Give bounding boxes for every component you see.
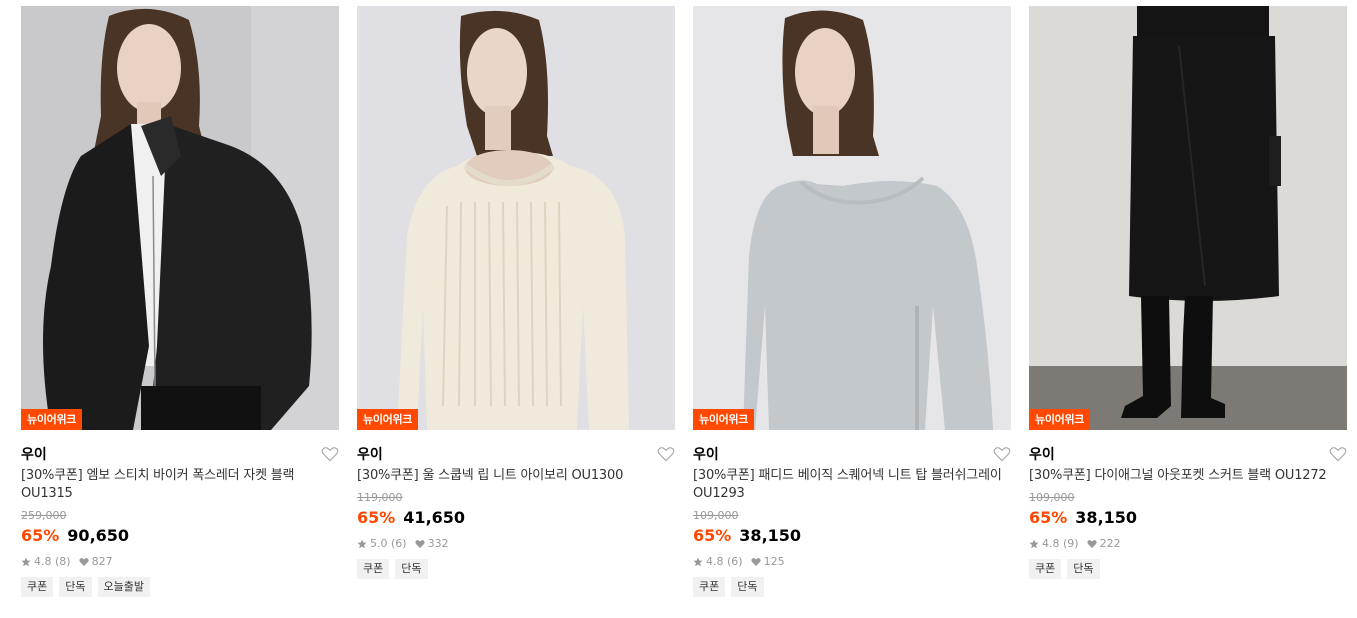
product-card[interactable]: 뉴이어위크 우이 [30%쿠폰] 다이애그널 아웃포켓 스커트 블랙 OU127… [1029,6,1347,579]
original-price: 119,000 [357,491,403,504]
brand-name[interactable]: 우이 [21,444,47,464]
product-title[interactable]: [30%쿠폰] 울 스쿱넥 립 니트 아이보리 OU1300 [357,467,675,485]
rating-text: 4.8 (8) [34,555,71,568]
original-price: 259,000 [21,509,67,522]
tag-exclusive: 단독 [731,577,764,597]
discount-rate: 65% [21,526,60,545]
product-card[interactable]: 뉴이어위크 우이 [30%쿠폰] 패디드 베이직 스퀘어넥 니트 탑 블러쉬그레… [693,6,1011,597]
likes: 332 [414,537,449,550]
product-card[interactable]: 뉴이어위크 우이 [30%쿠폰] 울 스쿱넥 립 니트 아이보리 OU1300 … [357,6,675,579]
original-price: 109,000 [1029,491,1075,504]
price-row: 65% 90,650 [21,526,339,545]
product-photo-skirt [1029,6,1347,430]
product-title[interactable]: [30%쿠폰] 다이애그널 아웃포켓 스커트 블랙 OU1272 [1029,467,1347,485]
star-icon [21,557,31,566]
heart-small-icon [78,557,89,566]
product-title[interactable]: [30%쿠폰] 패디드 베이직 스퀘어넥 니트 탑 블러쉬그레이 OU1293 [693,467,1011,503]
brand-name[interactable]: 우이 [357,444,383,464]
star-icon [1029,539,1039,548]
price-row: 65% 38,150 [1029,508,1347,527]
tag-exclusive: 단독 [59,577,92,597]
heart-icon[interactable] [993,446,1011,462]
rating-text: 5.0 (6) [370,537,407,550]
brand-row: 우이 [21,444,339,464]
brand-row: 우이 [1029,444,1347,464]
rating: 4.8 (8) [21,555,71,568]
sale-price: 90,650 [67,526,130,545]
heart-small-icon [750,557,761,566]
product-stats: 4.8 (9) 222 [1029,537,1347,550]
rating-text: 4.8 (6) [706,555,743,568]
product-image[interactable]: 뉴이어위크 [357,6,675,430]
discount-rate: 65% [1029,508,1068,527]
likes: 827 [78,555,113,568]
heart-icon[interactable] [1329,446,1347,462]
brand-row: 우이 [357,444,675,464]
event-badge: 뉴이어위크 [357,409,419,430]
tag-exclusive: 단독 [1067,559,1100,579]
likes: 125 [750,555,785,568]
product-stats: 4.8 (8) 827 [21,555,339,568]
event-badge: 뉴이어위크 [21,409,83,430]
tag-list: 쿠폰 단독 [357,559,675,579]
event-badge: 뉴이어위크 [1029,409,1091,430]
likes-count: 827 [91,555,113,568]
heart-icon[interactable] [657,446,675,462]
product-stats: 4.8 (6) 125 [693,555,1011,568]
product-title[interactable]: [30%쿠폰] 엠보 스티치 바이커 폭스레더 자켓 블랙 OU1315 [21,467,339,503]
star-icon [357,539,367,548]
tag-exclusive: 단독 [395,559,428,579]
product-image[interactable]: 뉴이어위크 [1029,6,1347,430]
product-card[interactable]: 뉴이어위크 우이 [30%쿠폰] 엠보 스티치 바이커 폭스레더 자켓 블랙 O… [21,6,339,597]
likes-count: 222 [1099,537,1121,550]
discount-rate: 65% [357,508,396,527]
product-photo-knit-ivory [357,6,675,430]
brand-name[interactable]: 우이 [693,444,719,464]
likes-count: 332 [427,537,449,550]
tag-coupon: 쿠폰 [357,559,390,579]
product-stats: 5.0 (6) 332 [357,537,675,550]
rating: 5.0 (6) [357,537,407,550]
rating: 4.8 (6) [693,555,743,568]
heart-small-icon [1086,539,1097,548]
product-photo-knit-grey [693,6,1011,430]
heart-icon[interactable] [321,446,339,462]
event-badge: 뉴이어위크 [693,409,755,430]
tag-list: 쿠폰 단독 [1029,559,1347,579]
tag-coupon: 쿠폰 [693,577,726,597]
price-row: 65% 41,650 [357,508,675,527]
likes-count: 125 [763,555,785,568]
discount-rate: 65% [693,526,732,545]
original-price: 109,000 [693,509,739,522]
product-grid: 뉴이어위크 우이 [30%쿠폰] 엠보 스티치 바이커 폭스레더 자켓 블랙 O… [0,0,1357,618]
heart-small-icon [414,539,425,548]
product-photo-jacket [21,6,339,430]
rating: 4.8 (9) [1029,537,1079,550]
tag-coupon: 쿠폰 [1029,559,1062,579]
brand-name[interactable]: 우이 [1029,444,1055,464]
tag-list: 쿠폰 단독 [693,577,1011,597]
price-row: 65% 38,150 [693,526,1011,545]
tag-list: 쿠폰 단독 오늘출발 [21,577,339,597]
product-image[interactable]: 뉴이어위크 [693,6,1011,430]
sale-price: 38,150 [739,526,802,545]
brand-row: 우이 [693,444,1011,464]
star-icon [693,557,703,566]
tag-coupon: 쿠폰 [21,577,54,597]
product-image[interactable]: 뉴이어위크 [21,6,339,430]
tag-today-shipping: 오늘출발 [97,577,150,597]
rating-text: 4.8 (9) [1042,537,1079,550]
sale-price: 41,650 [403,508,466,527]
likes: 222 [1086,537,1121,550]
sale-price: 38,150 [1075,508,1138,527]
